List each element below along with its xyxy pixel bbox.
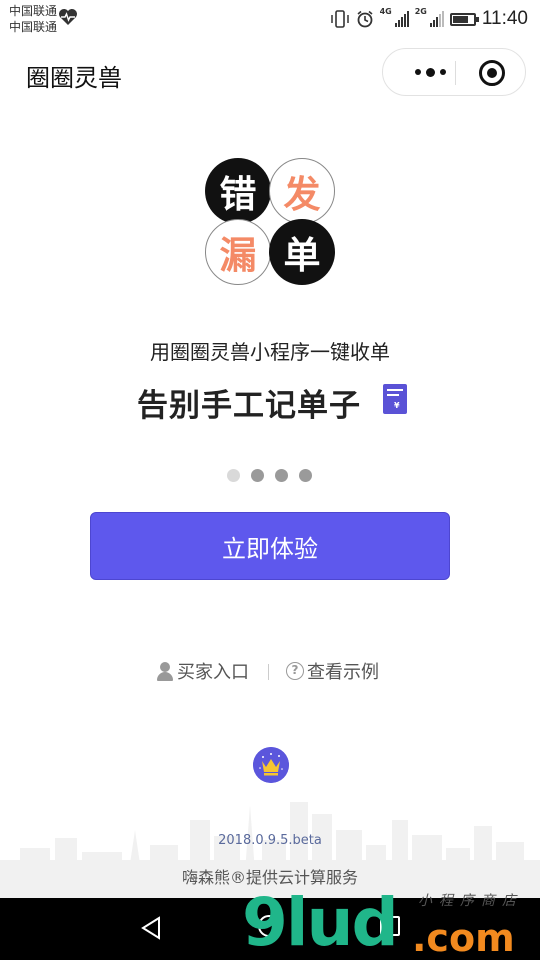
link-divider [268,664,269,680]
page-title: 圈圈灵兽 [26,64,122,92]
capsule-divider [455,61,456,85]
watermark-logo-text: 9lud [242,884,399,961]
crown-badge-icon [253,747,289,783]
promo-headline: 告别手工记单子 [137,388,361,424]
receipt-icon: ¥ [383,384,407,414]
back-icon[interactable] [140,916,162,940]
promo-subtitle: 用圈圈灵兽小程序一键收单 [150,340,390,364]
help-icon: ? [286,662,304,680]
capsule-menu [382,48,526,96]
status-icons: 4G 2G 11:40 [330,6,528,32]
signal-icon [394,11,409,27]
target-icon [487,68,497,78]
vibrate-icon [330,10,349,28]
dot-icon [439,69,446,75]
signal-icon-secondary [429,11,444,27]
logo-circle: 发 [269,158,335,224]
alarm-icon [357,10,373,28]
dot-icon [414,69,421,75]
clock-time: 11:40 [481,8,528,29]
network-4g-label: 4G [379,7,392,16]
carousel-dot[interactable] [299,469,312,482]
try-now-button[interactable]: 立即体验 [90,512,450,580]
app-logo: 错 发 漏 单 [205,158,337,290]
carousel-dot[interactable] [275,469,288,482]
buyer-entry-link[interactable]: 买家入口 [156,658,249,684]
logo-circle: 单 [269,219,335,285]
carousel-indicator [227,469,312,482]
watermark-domain-suffix: .com [412,916,515,960]
site-watermark: 9lud .com 小程序商店 [242,884,540,961]
view-demo-label: 查看示例 [307,662,379,683]
logo-circle: 错 [205,158,271,224]
carrier-label: 中国联通 [9,4,58,18]
more-options-button[interactable] [405,49,455,95]
carousel-dot[interactable] [227,469,240,482]
logo-circle: 漏 [205,219,271,285]
battery-icon [449,12,479,26]
watermark-tagline: 小程序商店 [418,893,523,909]
status-bar: 中国联通 中国联通 4G 2G 11:40 [0,0,540,40]
carrier-label-secondary: 中国联通 [9,20,58,34]
close-miniprogram-button[interactable] [479,60,505,86]
user-icon [156,661,174,681]
heart-rate-icon [59,9,77,25]
network-2g-label: 2G [414,7,427,16]
buyer-entry-label: 买家入口 [177,662,249,683]
carousel-dot[interactable] [251,469,264,482]
version-label: 2018.0.9.5.beta [218,833,322,848]
dot-icon [425,67,435,77]
currency-symbol: ¥ [394,401,400,410]
view-demo-link[interactable]: ? 查看示例 [286,658,379,684]
secondary-links: 买家入口 ? 查看示例 [0,658,540,688]
